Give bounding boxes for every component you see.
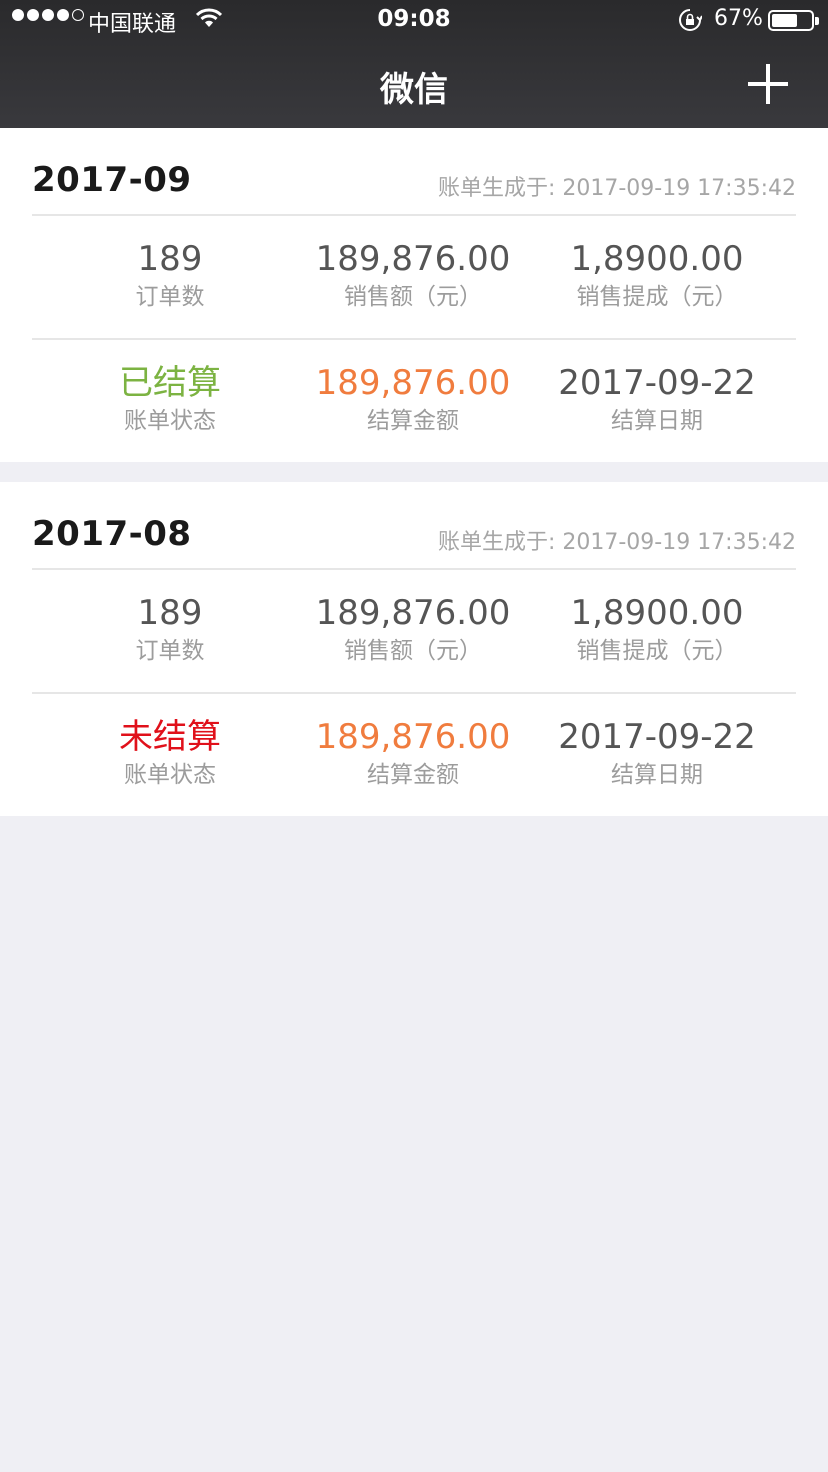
settle-amount-label: 结算金额: [367, 408, 459, 434]
sales-cell: 189,876.00 销售额（元）: [283, 592, 543, 668]
battery-fill: [772, 14, 798, 27]
sales-value: 189,876.00: [315, 239, 511, 279]
settle-amount-cell: 189,876.00 结算金额: [283, 716, 543, 792]
orders-value: 189: [137, 593, 203, 633]
settle-date-label: 结算日期: [611, 408, 703, 434]
orders-label: 订单数: [135, 284, 205, 310]
commission-cell: 1,8900.00 销售提成（元）: [527, 238, 787, 314]
settle-amount-label: 结算金额: [367, 762, 459, 788]
bill-card[interactable]: 2017-09 账单生成于: 2017-09-19 17:35:42 189 订…: [0, 128, 828, 462]
status-badge: 已结算: [119, 363, 221, 403]
bill-month: 2017-08: [32, 514, 192, 554]
status-cell: 已结算 账单状态: [40, 362, 300, 438]
orders-label: 订单数: [135, 638, 205, 664]
settle-date-value: 2017-09-22: [558, 363, 756, 403]
bill-generated-time: 账单生成于: 2017-09-19 17:35:42: [437, 530, 796, 555]
plus-icon[interactable]: [748, 64, 788, 104]
bill-settlement-row: 未结算 账单状态 189,876.00 结算金额 2017-09-22 结算日期: [32, 694, 796, 818]
settle-amount-value: 189,876.00: [315, 363, 511, 403]
status-time: 09:08: [377, 6, 451, 32]
settle-date-cell: 2017-09-22 结算日期: [527, 362, 787, 438]
top-bar: 中国联通 09:08 67% 微信: [0, 0, 828, 128]
status-cell: 未结算 账单状态: [40, 716, 300, 792]
settle-amount-cell: 189,876.00 结算金额: [283, 362, 543, 438]
commission-cell: 1,8900.00 销售提成（元）: [527, 592, 787, 668]
orders-value: 189: [137, 239, 203, 279]
sales-cell: 189,876.00 销售额（元）: [283, 238, 543, 314]
settle-date-value: 2017-09-22: [558, 717, 756, 757]
status-bar: 中国联通 09:08 67%: [0, 0, 828, 42]
bill-summary-row: 189 订单数 189,876.00 销售额（元） 1,8900.00 销售提成…: [32, 570, 796, 694]
settle-date-label: 结算日期: [611, 762, 703, 788]
bill-card-header: 2017-08 账单生成于: 2017-09-19 17:35:42: [32, 482, 796, 570]
battery-icon: [768, 10, 819, 31]
settle-date-cell: 2017-09-22 结算日期: [527, 716, 787, 792]
sales-label: 销售额（元）: [344, 284, 482, 310]
bill-summary-row: 189 订单数 189,876.00 销售额（元） 1,8900.00 销售提成…: [32, 216, 796, 340]
settle-amount-value: 189,876.00: [315, 717, 511, 757]
page-title: 微信: [380, 70, 448, 110]
bill-generated-time: 账单生成于: 2017-09-19 17:35:42: [437, 176, 796, 201]
commission-value: 1,8900.00: [570, 593, 744, 633]
status-label: 账单状态: [124, 762, 216, 788]
battery-percent: 67%: [714, 6, 763, 31]
bill-settlement-row: 已结算 账单状态 189,876.00 结算金额 2017-09-22 结算日期: [32, 340, 796, 464]
commission-label: 销售提成（元）: [576, 638, 738, 664]
sales-label: 销售额（元）: [344, 638, 482, 664]
commission-label: 销售提成（元）: [576, 284, 738, 310]
sales-value: 189,876.00: [315, 593, 511, 633]
commission-value: 1,8900.00: [570, 239, 744, 279]
orders-cell: 189 订单数: [40, 238, 300, 314]
orders-cell: 189 订单数: [40, 592, 300, 668]
status-badge: 未结算: [119, 717, 221, 757]
bill-card-header: 2017-09 账单生成于: 2017-09-19 17:35:42: [32, 128, 796, 216]
rotation-lock-icon: [678, 8, 703, 38]
bill-card[interactable]: 2017-08 账单生成于: 2017-09-19 17:35:42 189 订…: [0, 482, 828, 816]
status-label: 账单状态: [124, 408, 216, 434]
bill-month: 2017-09: [32, 160, 192, 200]
